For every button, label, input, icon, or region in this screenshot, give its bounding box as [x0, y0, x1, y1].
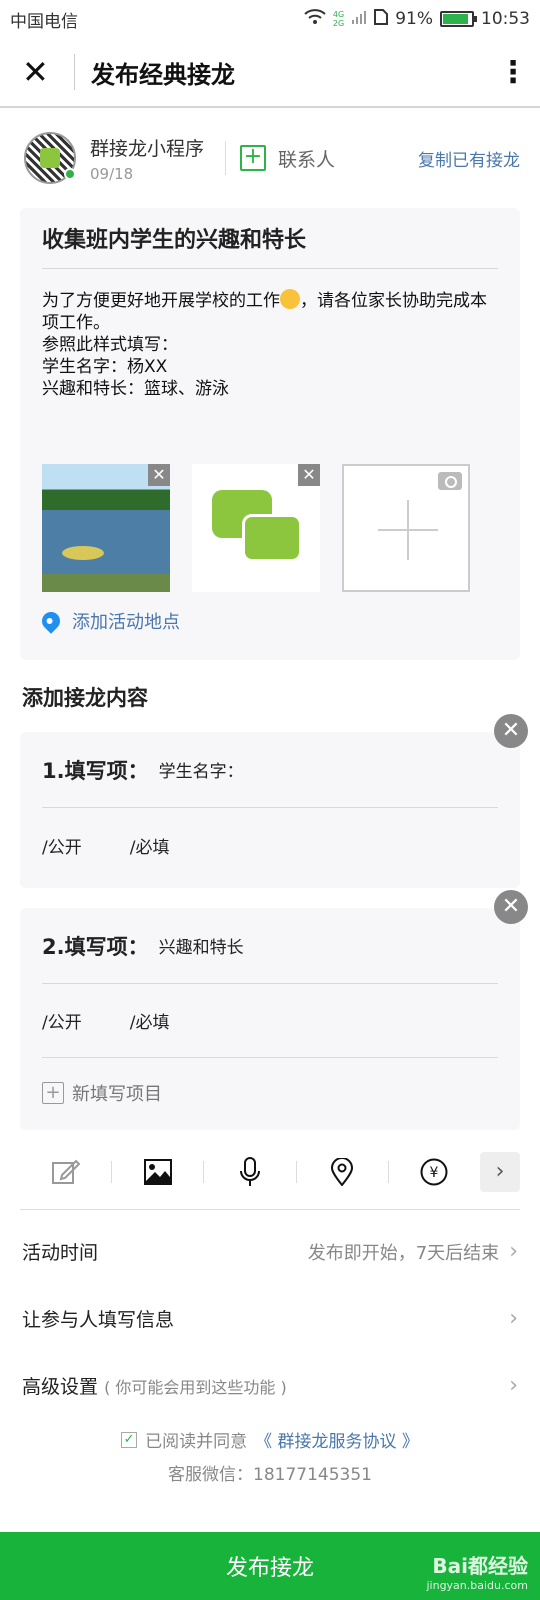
activity-time-value: 发布即开始，7天后结束 — [307, 1242, 500, 1264]
plus-icon — [378, 500, 438, 560]
advanced-label-text: 高级设置 — [22, 1376, 99, 1398]
contact-button[interactable]: + 联系人 — [240, 145, 418, 172]
baidu-watermark: Bai都经验 jingyan.baidu.com — [426, 1550, 528, 1592]
form-item-label: 1.填写项： — [42, 758, 149, 783]
chevron-right-icon: › — [509, 1306, 518, 1331]
form-item-head[interactable]: 2.填写项： 兴趣和特长 — [42, 908, 498, 984]
close-icon[interactable]: ✕ — [22, 56, 58, 88]
content-toolbar: ¥ › — [20, 1150, 521, 1210]
form-item-options: /公开 /必填 — [42, 984, 498, 1058]
wechat-logo-icon — [40, 148, 60, 168]
public-option[interactable]: /公开 — [42, 1008, 82, 1033]
agreement-text: 已阅读并同意 — [145, 1432, 248, 1452]
chevron-right-icon: › — [509, 1373, 518, 1398]
add-location-button[interactable]: 添加活动地点 — [38, 608, 180, 634]
battery-icon — [440, 11, 477, 27]
activity-description[interactable]: 为了方便更好地开展学校的工作 ，请各位家长协助完成本项工作。 参照此样式填写： 学… — [42, 289, 498, 400]
copy-existing-link[interactable]: 复制已有接龙 — [418, 146, 520, 171]
sim-icon — [374, 8, 389, 30]
network-type: 4G 2G — [332, 10, 345, 28]
author-name: 群接龙小程序 — [90, 137, 205, 160]
chevron-right-icon[interactable]: › — [480, 1151, 521, 1192]
activity-time-row[interactable]: 活动时间 发布即开始，7天后结束 › — [0, 1218, 540, 1285]
plus-icon: + — [42, 1082, 64, 1104]
watermark-logo: Bai都经验 — [432, 1554, 528, 1578]
add-item-button[interactable]: + 新填写项目 — [42, 1058, 498, 1128]
nav-bar: ✕ 发布经典接龙 ⋮ — [0, 38, 540, 108]
battery-percent: 91% — [395, 9, 433, 29]
author-info: 群接龙小程序 09/18 — [90, 134, 225, 183]
verified-badge-icon — [64, 168, 76, 180]
publish-button[interactable]: 发布接龙 Bai都经验 jingyan.baidu.com — [0, 1532, 540, 1600]
location-icon[interactable] — [297, 1157, 388, 1186]
required-option[interactable]: /必填 — [130, 833, 170, 858]
watermark-url: jingyan.baidu.com — [426, 1579, 528, 1592]
status-bar: 中国电信 4G 2G 91% 10:53 — [0, 0, 540, 38]
form-item-value: 学生名字： — [158, 762, 244, 782]
carrier-label: 中国电信 — [10, 11, 78, 32]
author-row: 群接龙小程序 09/18 + 联系人 复制已有接龙 — [0, 108, 540, 208]
svg-text:¥: ¥ — [430, 1165, 439, 1181]
add-location-label: 添加活动地点 — [72, 612, 180, 633]
desc-line2: 参照此样式填写： — [42, 335, 178, 355]
boat-shape — [62, 546, 104, 560]
smile-emoji-icon — [280, 289, 300, 309]
avatar[interactable] — [24, 132, 76, 184]
signal-icon — [351, 9, 367, 30]
chevron-right-icon: › — [509, 1239, 518, 1264]
lake-photo[interactable]: ✕ — [42, 464, 170, 592]
page-title: 发布经典接龙 — [91, 60, 235, 89]
form-item-card: ✕ 2.填写项： 兴趣和特长 /公开 /必填 + 新填写项目 — [20, 890, 528, 1130]
public-option[interactable]: /公开 — [42, 833, 82, 858]
author-divider — [225, 141, 226, 175]
activity-title[interactable]: 收集班内学生的兴趣和特长 — [42, 222, 498, 269]
location-pin-icon — [38, 608, 64, 634]
activity-time-label: 活动时间 — [22, 1242, 99, 1264]
wifi-icon — [304, 8, 326, 30]
payment-icon[interactable]: ¥ — [389, 1158, 480, 1186]
plus-icon: + — [240, 145, 266, 171]
advanced-settings-label: 高级设置 ( 你可能会用到这些功能 ) — [22, 1372, 509, 1399]
remove-item-icon[interactable]: ✕ — [494, 890, 528, 924]
add-item-label: 新填写项目 — [72, 1084, 162, 1105]
form-item-card: ✕ 1.填写项： 学生名字： /公开 /必填 — [20, 714, 528, 888]
image-list: ✕ ✕ — [42, 464, 470, 592]
desc-line3: 学生名字：杨XX — [42, 357, 168, 377]
form-item-value: 兴趣和特长 — [158, 938, 244, 958]
advanced-settings-hint: ( 你可能会用到这些功能 ) — [104, 1378, 287, 1397]
battery-fill — [443, 14, 469, 24]
status-indicators: 4G 2G 91% 10:53 — [304, 8, 530, 30]
image-icon[interactable] — [112, 1158, 203, 1185]
microphone-icon[interactable] — [204, 1156, 295, 1187]
desc-line1-a: 为了方便更好地开展学校的工作 — [42, 291, 280, 311]
clock: 10:53 — [481, 9, 530, 29]
remove-item-icon[interactable]: ✕ — [494, 714, 528, 748]
remove-image-icon[interactable]: ✕ — [298, 464, 320, 486]
desc-line4: 兴趣和特长：篮球、游泳 — [42, 379, 229, 399]
service-wechat: 客服微信：18177145351 — [168, 1465, 372, 1485]
publish-label: 发布接龙 — [225, 1556, 314, 1581]
agree-checkbox[interactable]: ✓ — [121, 1431, 138, 1448]
agreement-row: ✓ 已阅读并同意《 群接龙服务协议 》 — [0, 1427, 540, 1452]
activity-card: 收集班内学生的兴趣和特长 为了方便更好地开展学校的工作 ，请各位家长协助完成本项工… — [20, 208, 520, 660]
edit-icon[interactable] — [20, 1159, 111, 1185]
participant-info-row[interactable]: 让参与人填写信息 › — [0, 1285, 540, 1352]
contact-label: 联系人 — [278, 148, 336, 171]
advanced-settings-row[interactable]: 高级设置 ( 你可能会用到这些功能 ) › — [0, 1352, 540, 1419]
form-item-options: /公开 /必填 — [42, 808, 498, 882]
remove-image-icon[interactable]: ✕ — [148, 464, 170, 486]
agreement-link[interactable]: 《 群接龙服务协议 》 — [255, 1427, 419, 1452]
nav-divider — [74, 54, 75, 90]
more-options-icon[interactable]: ⋮ — [498, 55, 528, 90]
bubble-small-shape — [242, 514, 302, 562]
form-item-head[interactable]: 1.填写项： 学生名字： — [42, 732, 498, 808]
camera-icon — [438, 472, 462, 490]
form-item-label: 2.填写项： — [42, 934, 149, 959]
participant-info-label: 让参与人填写信息 — [22, 1309, 175, 1331]
add-image-button[interactable] — [342, 464, 470, 592]
required-option[interactable]: /必填 — [130, 1008, 170, 1033]
author-date: 09/18 — [90, 164, 134, 183]
section-title: 添加接龙内容 — [22, 686, 148, 710]
wechat-logo-image[interactable]: ✕ — [192, 464, 320, 592]
